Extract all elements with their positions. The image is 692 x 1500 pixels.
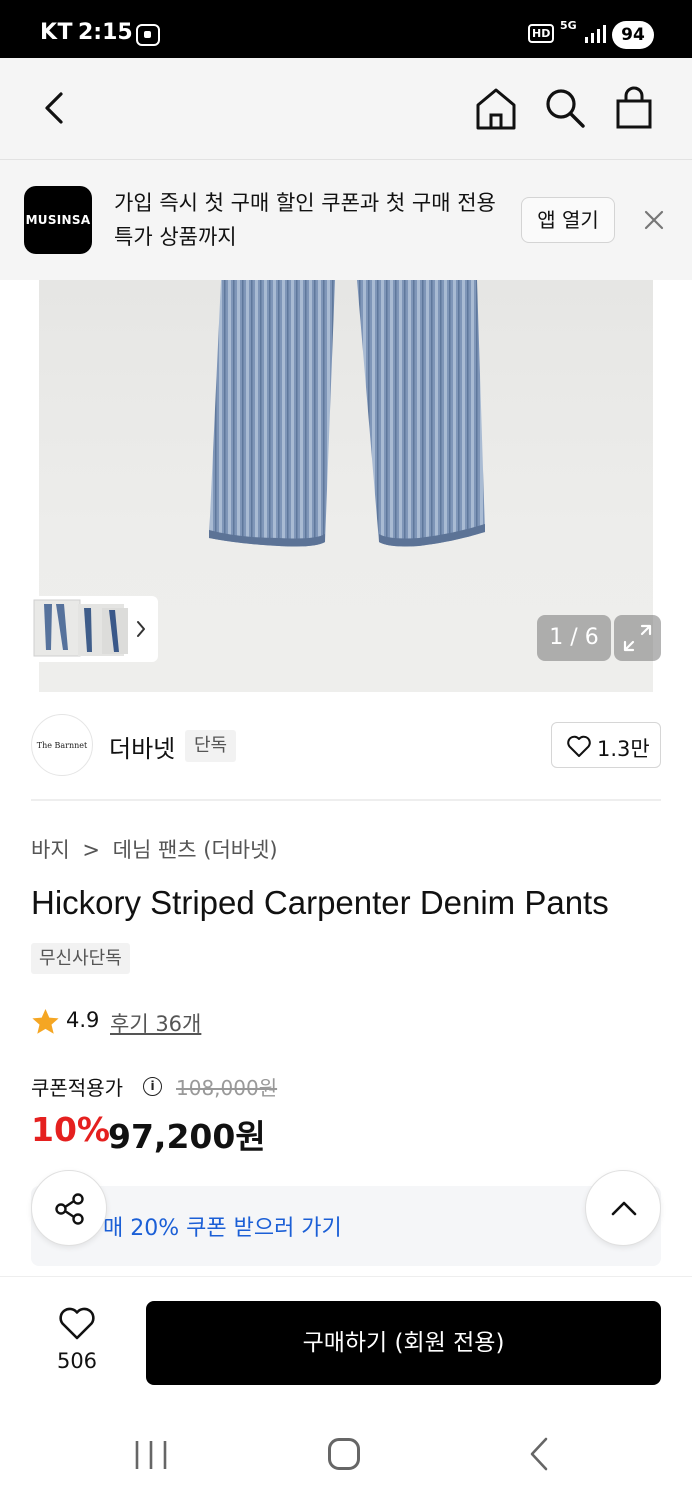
open-app-button[interactable]: 앱 열기 — [521, 197, 615, 243]
search-icon[interactable] — [541, 84, 589, 132]
screen-record-icon — [136, 24, 160, 46]
rating-value: 4.9 — [66, 1008, 100, 1032]
thumbnail-strip[interactable] — [30, 596, 158, 662]
brand-like-count: 1.3만 — [597, 737, 650, 761]
brand-like-button[interactable]: 1.3만 — [551, 722, 661, 768]
close-icon[interactable] — [640, 206, 668, 234]
buy-button[interactable]: 구매하기 (회원 전용) — [146, 1301, 661, 1385]
breadcrumb-category[interactable]: 바지 — [31, 838, 70, 862]
battery-indicator: 94 — [612, 21, 654, 49]
heart-icon — [567, 735, 591, 757]
exclusive-brand-tag: 단독 — [185, 730, 237, 762]
share-button[interactable] — [31, 1170, 107, 1246]
divider — [31, 799, 661, 801]
coupon-link[interactable]: 매 20% 쿠폰 받으러 가기 — [103, 1210, 342, 1242]
sale-price: 97,200원 — [108, 1117, 266, 1156]
back-icon[interactable] — [30, 84, 78, 132]
status-bar: KT 2:15 HD 5G 94 — [0, 0, 692, 58]
banner-message: 가입 즉시 첫 구매 할인 쿠폰과 첫 구매 전용 특가 상품까지 — [114, 191, 496, 249]
breadcrumb-separator: > — [82, 838, 100, 862]
recent-apps-icon[interactable] — [134, 1440, 168, 1470]
musinsa-exclusive-tag: 무신사단독 — [31, 943, 130, 974]
system-back-icon[interactable] — [524, 1437, 554, 1471]
review-count-link[interactable]: 후기 36개 — [110, 1008, 201, 1038]
scroll-top-button[interactable] — [585, 1170, 661, 1246]
breadcrumb: 바지 > 데님 팬츠 (더바넷) — [31, 834, 284, 864]
brand-name[interactable]: 더바넷 — [109, 729, 175, 764]
home-button-icon[interactable] — [328, 1438, 360, 1470]
image-counter: 1 / 6 — [537, 615, 611, 661]
star-icon — [32, 1009, 59, 1034]
system-nav-bar — [0, 1406, 692, 1500]
coupon-banner[interactable]: 매 20% 쿠폰 받으러 가기 — [31, 1186, 661, 1266]
coupon-price-label: 쿠폰적용가 — [31, 1076, 123, 1100]
breadcrumb-subcategory[interactable]: 데님 팬츠 (더바넷) — [113, 838, 278, 862]
expand-arrows — [623, 624, 652, 652]
expand-icon[interactable] — [614, 615, 661, 661]
wishlist-count: 506 — [56, 1349, 98, 1373]
clock: 2:15 — [78, 20, 133, 45]
product-gallery: 1 / 6 — [0, 280, 692, 692]
original-price: 108,000원 — [176, 1076, 278, 1100]
info-icon[interactable]: i — [143, 1077, 162, 1096]
thumbnail-images — [33, 599, 145, 657]
hd-voice-icon: HD — [528, 24, 555, 43]
share-icon — [55, 1193, 84, 1225]
discount-rate: 10% — [31, 1110, 110, 1149]
product-title: Hickory Striped Carpenter Denim Pants — [31, 884, 609, 921]
top-nav-header — [0, 58, 692, 160]
wishlist-button[interactable]: 506 — [46, 1303, 108, 1373]
network-5g-icon: 5G — [560, 19, 577, 32]
brand-logo[interactable]: The Barnnet — [31, 714, 93, 776]
app-install-banner: MUSINSA 가입 즉시 첫 구매 할인 쿠폰과 첫 구매 전용 특가 상품까… — [0, 160, 692, 280]
chevron-up-icon — [611, 1201, 637, 1216]
purchase-bar: 506 구매하기 (회원 전용) — [0, 1276, 692, 1406]
signal-icon — [585, 25, 606, 43]
musinsa-logo: MUSINSA — [24, 186, 92, 254]
heart-icon — [59, 1307, 95, 1340]
carrier-label: KT — [40, 20, 74, 45]
shopping-bag-icon[interactable] — [610, 84, 658, 132]
home-icon[interactable] — [472, 84, 520, 132]
